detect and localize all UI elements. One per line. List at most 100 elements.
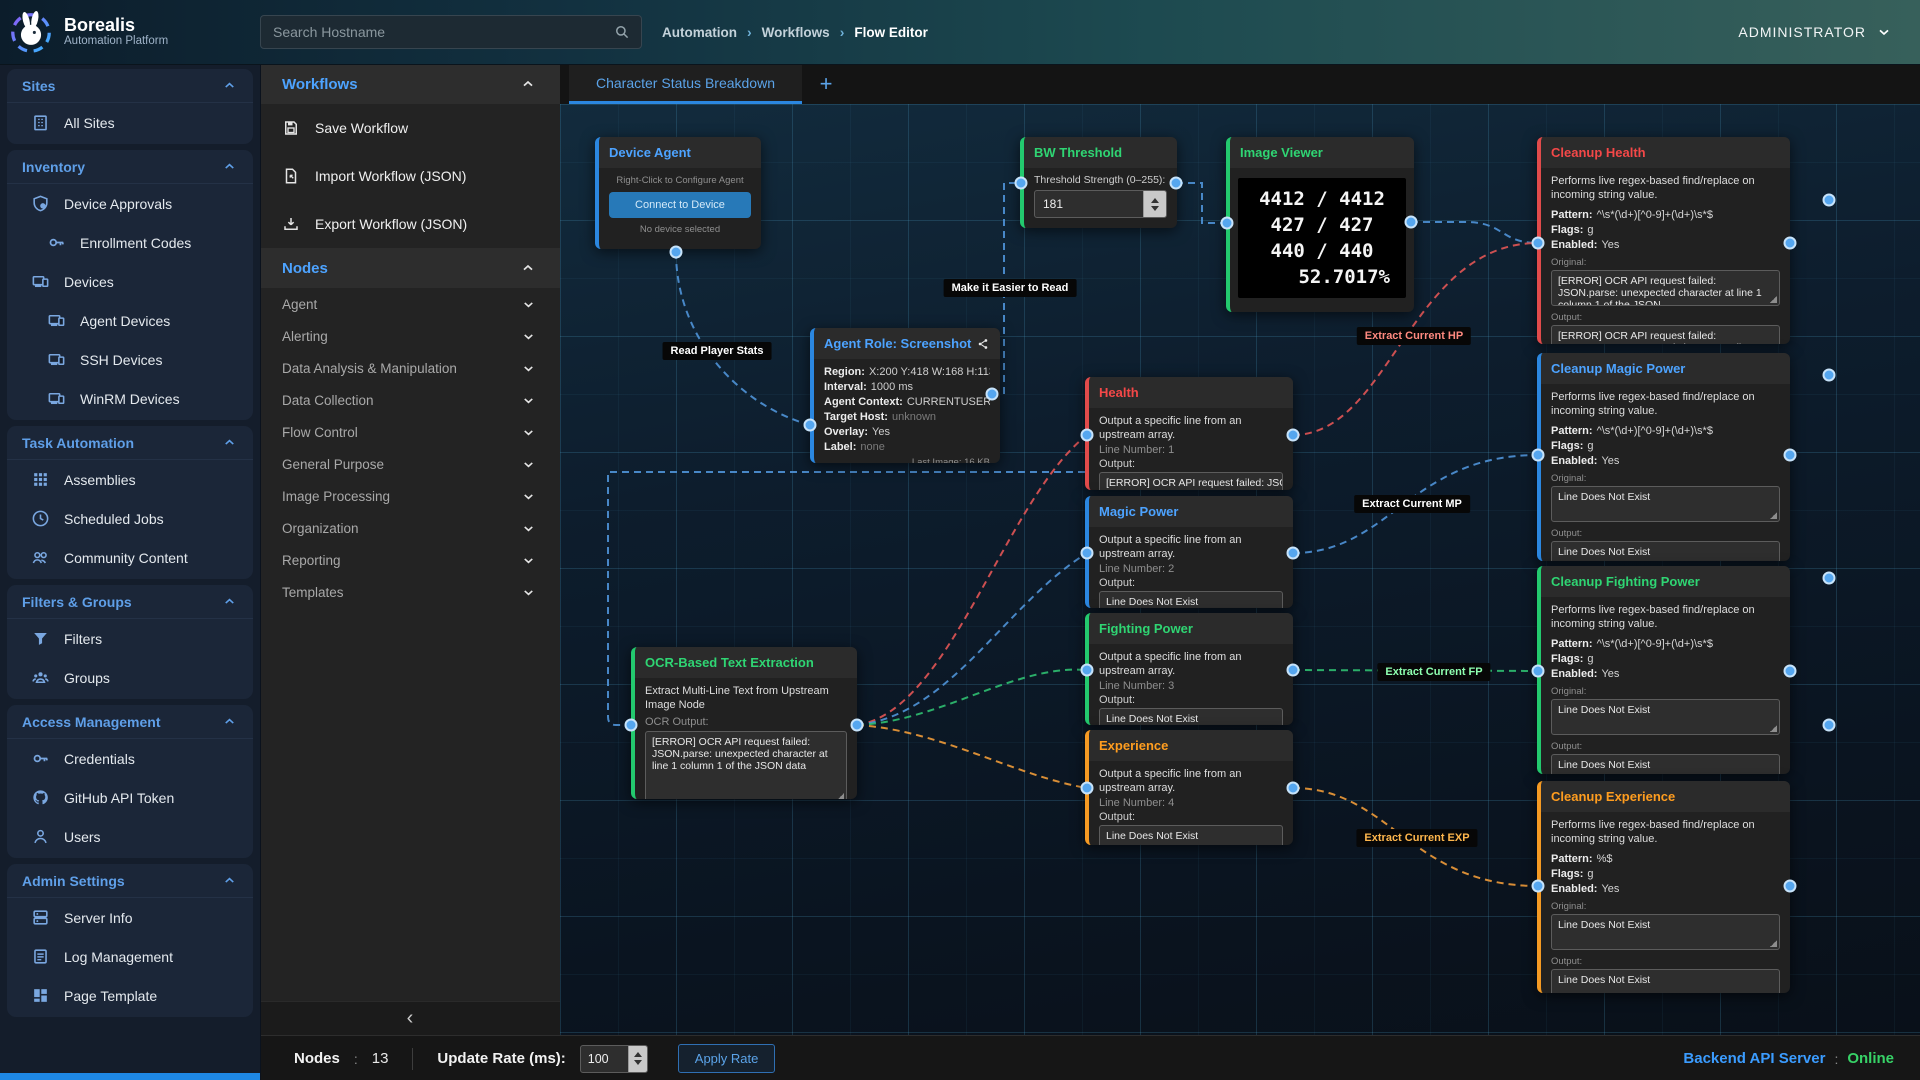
node-cleanup-experience[interactable]: Cleanup Experience Performs live regex-b… [1537,781,1790,993]
hostname-search[interactable] [260,15,642,49]
sidebar-item-scheduled-jobs[interactable]: Scheduled Jobs [7,499,253,538]
node-ocr-text-extraction[interactable]: OCR-Based Text Extraction Extract Multi-… [631,647,857,799]
sidebar-item-community-content[interactable]: Community Content [7,538,253,577]
nodes-section-header[interactable]: Nodes [260,248,560,288]
output-field[interactable]: Line Does Not Exist [1551,541,1780,561]
sidebar-item-github-api-token[interactable]: GitHub API Token [7,778,253,817]
connection-handle[interactable] [986,388,999,401]
node-category-flow-control[interactable]: Flow Control [260,416,560,448]
connection-handle[interactable] [1784,449,1797,462]
node-category-templates[interactable]: Templates [260,576,560,608]
sidebar-item-groups[interactable]: Groups [7,658,253,697]
sidebar-item-log-management[interactable]: Log Management [7,937,253,976]
fighting-output-field[interactable]: Line Does Not Exist [1099,708,1283,725]
connection-handle[interactable] [1287,429,1300,442]
connection-handle[interactable] [1081,664,1094,677]
connection-handle[interactable] [1784,665,1797,678]
connection-handle[interactable] [1532,237,1545,250]
connection-handle[interactable] [1532,880,1545,893]
original-field[interactable]: [ERROR] OCR API request failed: JSON.par… [1551,270,1780,306]
health-output-field[interactable]: [ERROR] OCR API request failed: JSON.par… [1099,472,1283,490]
import-workflow-button[interactable]: Import Workflow (JSON) [260,152,560,200]
sidebar-item-ssh-devices[interactable]: SSH Devices [7,340,253,379]
connection-handle[interactable] [1532,449,1545,462]
sidebar-item-assemblies[interactable]: Assemblies [7,460,253,499]
node-category-agent[interactable]: Agent [260,288,560,320]
share-icon[interactable] [976,337,990,351]
ocr-output-field[interactable]: [ERROR] OCR API request failed: JSON.par… [645,731,847,799]
workflows-section-header[interactable]: Workflows [260,64,560,104]
magic-output-field[interactable]: Line Does Not Exist [1099,591,1283,608]
sidebar-item-users[interactable]: Users [7,817,253,856]
sidebar-section-sites[interactable]: Sites [7,69,253,103]
sidebar-scroll-indicator[interactable] [0,1073,260,1080]
add-tab-button[interactable]: + [803,64,849,104]
save-workflow-button[interactable]: Save Workflow [260,104,560,152]
node-category-alerting[interactable]: Alerting [260,320,560,352]
connect-to-device-button[interactable]: Connect to Device [609,192,751,218]
node-category-reporting[interactable]: Reporting [260,544,560,576]
node-experience[interactable]: Experience Output a specific line from a… [1085,730,1293,845]
sidebar-item-enrollment-codes[interactable]: Enrollment Codes [7,223,253,262]
connection-handle[interactable] [1287,782,1300,795]
connection-handle[interactable] [1823,572,1836,585]
connection-handle[interactable] [1405,216,1418,229]
connection-handle[interactable] [1823,719,1836,732]
connection-handle[interactable] [804,419,817,432]
sidebar-item-credentials[interactable]: Credentials [7,739,253,778]
update-rate-input[interactable] [581,1046,628,1072]
sidebar-item-page-template[interactable]: Page Template [7,976,253,1015]
sidebar-section-filters-groups[interactable]: Filters & Groups [7,585,253,619]
connection-handle[interactable] [1221,217,1234,230]
original-field[interactable]: Line Does Not Exist [1551,699,1780,735]
output-field[interactable]: [ERROR] OCR API request failed: JSON.par… [1551,325,1780,344]
node-device-agent[interactable]: Device Agent Right-Click to Configure Ag… [595,137,761,249]
number-spinner[interactable] [628,1046,647,1072]
search-input[interactable] [261,24,613,40]
node-image-viewer[interactable]: Image Viewer 4412 / 4412 427 / 427 440 /… [1226,137,1414,312]
sidebar-item-winrm-devices[interactable]: WinRM Devices [7,379,253,418]
sidebar-item-agent-devices[interactable]: Agent Devices [7,301,253,340]
connection-handle[interactable] [1081,782,1094,795]
update-rate-field[interactable] [580,1045,648,1073]
sidebar-section-task-automation[interactable]: Task Automation [7,426,253,460]
node-category-general-purpose[interactable]: General Purpose [260,448,560,480]
connection-handle[interactable] [1081,429,1094,442]
connection-handle[interactable] [625,719,638,732]
flow-canvas[interactable]: Device Agent Right-Click to Configure Ag… [560,104,1920,1035]
connection-handle[interactable] [1170,177,1183,190]
node-agent-role-screenshot[interactable]: Agent Role: Screenshot Region:X:200 Y:41… [810,328,1000,463]
node-category-image-processing[interactable]: Image Processing [260,480,560,512]
connection-handle[interactable] [1823,369,1836,382]
export-workflow-button[interactable]: Export Workflow (JSON) [260,200,560,248]
sidebar-item-device-approvals[interactable]: Device Approvals [7,184,253,223]
threshold-input[interactable] [1035,191,1143,217]
node-cleanup-health[interactable]: Cleanup Health Performs live regex-based… [1537,137,1790,344]
original-field[interactable]: Line Does Not Exist [1551,914,1780,950]
connection-handle[interactable] [1532,665,1545,678]
sidebar-item-devices[interactable]: Devices [7,262,253,301]
tab-character-status-breakdown[interactable]: Character Status Breakdown [569,64,802,104]
node-bw-threshold[interactable]: BW Threshold Threshold Strength (0–255): [1020,137,1177,228]
node-fighting-power[interactable]: Fighting Power Output a specific line fr… [1085,613,1293,725]
number-spinner[interactable] [1143,191,1166,217]
node-cleanup-fighting-power[interactable]: Cleanup Fighting Power Performs live reg… [1537,566,1790,774]
user-menu[interactable]: ADMINISTRATOR [1738,0,1892,64]
node-cleanup-magic-power[interactable]: Cleanup Magic Power Performs live regex-… [1537,353,1790,561]
sidebar-section-access-management[interactable]: Access Management [7,705,253,739]
node-category-data-collection[interactable]: Data Collection [260,384,560,416]
sidebar-section-admin-settings[interactable]: Admin Settings [7,864,253,898]
connection-handle[interactable] [1287,547,1300,560]
connection-handle[interactable] [1784,880,1797,893]
apply-rate-button[interactable]: Apply Rate [678,1044,776,1073]
output-field[interactable]: Line Does Not Exist [1551,969,1780,993]
breadcrumb-workflows[interactable]: Workflows [762,25,830,40]
node-category-organization[interactable]: Organization [260,512,560,544]
breadcrumb-automation[interactable]: Automation [662,25,737,40]
connection-handle[interactable] [1015,177,1028,190]
experience-output-field[interactable]: Line Does Not Exist [1099,825,1283,845]
connection-handle[interactable] [1784,237,1797,250]
collapse-panel-button[interactable]: ‹ [260,1001,560,1035]
sidebar-section-inventory[interactable]: Inventory [7,150,253,184]
connection-handle[interactable] [851,719,864,732]
